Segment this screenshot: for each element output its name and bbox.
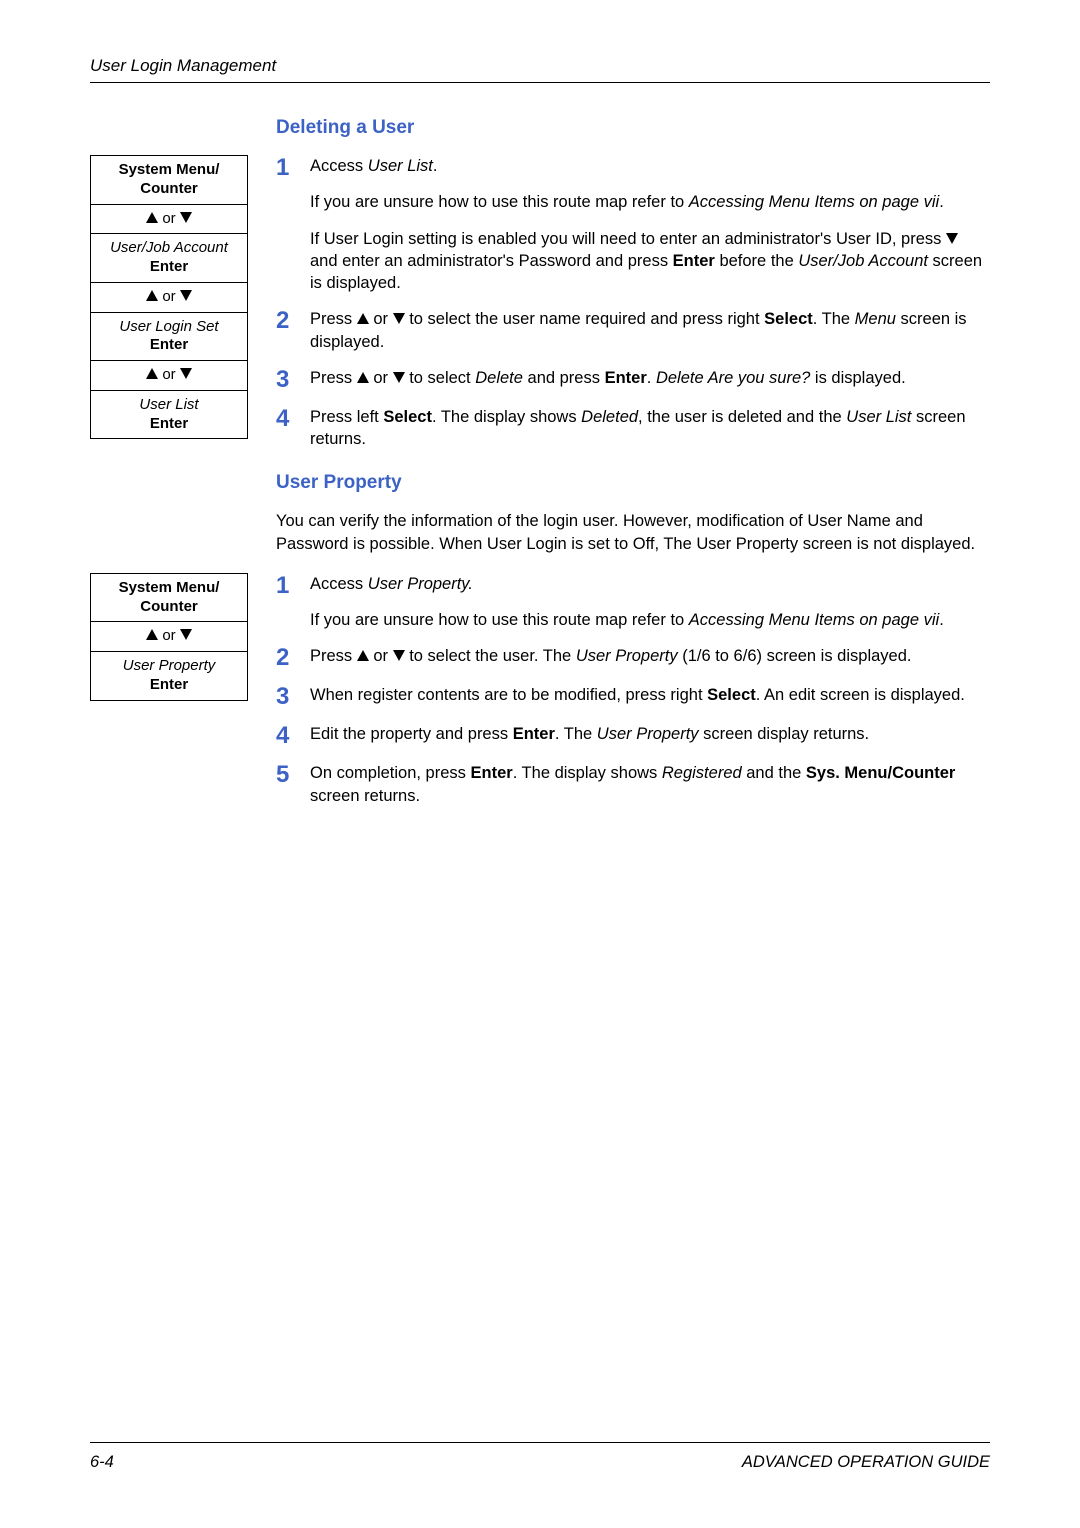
step-number: 1 xyxy=(276,155,310,180)
step-1: 1 Access User Property. If you are unsur… xyxy=(276,573,990,632)
page-footer: 6-4 ADVANCED OPERATION GUIDE xyxy=(90,1442,990,1472)
footer-rule xyxy=(90,1442,990,1443)
step-body: Access User List. If you are unsure how … xyxy=(310,155,990,294)
step-body: Press or to select the user. The User Pr… xyxy=(310,645,990,667)
route-cell: User/Job Account Enter xyxy=(91,234,248,283)
triangle-down-icon xyxy=(180,368,192,379)
step-2: 2 Press or to select the user. The User … xyxy=(276,645,990,670)
page: User Login Management System Menu/ Count… xyxy=(0,0,1080,1528)
route-cell: User List Enter xyxy=(91,390,248,439)
section-user-property: System Menu/ Counter or User Property En… xyxy=(90,573,990,821)
step-list-2: 1 Access User Property. If you are unsur… xyxy=(276,573,990,807)
section-user-property-header: User Property You can verify the informa… xyxy=(90,472,990,573)
triangle-up-icon xyxy=(146,368,158,379)
step-body: Press or to select the user name require… xyxy=(310,308,990,353)
route-cell-arrows: or xyxy=(91,622,248,652)
step-3: 3 When register contents are to be modif… xyxy=(276,684,990,709)
triangle-up-icon xyxy=(146,290,158,301)
section-deleting-user: System Menu/ Counter or User/Job Account… xyxy=(90,117,990,464)
triangle-up-icon xyxy=(146,629,158,640)
route-cell-arrows: or xyxy=(91,361,248,391)
step-number: 5 xyxy=(276,762,310,787)
header-rule xyxy=(90,82,990,83)
running-head: User Login Management xyxy=(90,56,990,76)
route-cell: User Login Set Enter xyxy=(91,312,248,361)
triangle-down-icon xyxy=(393,372,405,383)
step-body: Press or to select Delete and press Ente… xyxy=(310,367,990,389)
step-1: 1 Access User List. If you are unsure ho… xyxy=(276,155,990,294)
step-2: 2 Press or to select the user name requi… xyxy=(276,308,990,353)
triangle-down-icon xyxy=(180,629,192,640)
step-number: 3 xyxy=(276,367,310,392)
step-4: 4 Press left Select. The display shows D… xyxy=(276,406,990,451)
step-number: 1 xyxy=(276,573,310,598)
route-map-1-col: System Menu/ Counter or User/Job Account… xyxy=(90,117,248,439)
triangle-down-icon xyxy=(393,313,405,324)
triangle-up-icon xyxy=(357,313,369,324)
step-number: 4 xyxy=(276,723,310,748)
triangle-up-icon xyxy=(357,372,369,383)
triangle-up-icon xyxy=(146,212,158,223)
step-number: 2 xyxy=(276,308,310,333)
step-number: 4 xyxy=(276,406,310,431)
step-body: Access User Property. If you are unsure … xyxy=(310,573,990,632)
step-body: On completion, press Enter. The display … xyxy=(310,762,990,807)
intro-paragraph: You can verify the information of the lo… xyxy=(276,510,990,555)
triangle-down-icon xyxy=(393,650,405,661)
step-number: 2 xyxy=(276,645,310,670)
step-4: 4 Edit the property and press Enter. The… xyxy=(276,723,990,748)
route-cell-arrows: or xyxy=(91,204,248,234)
route-map-2: System Menu/ Counter or User Property En… xyxy=(90,573,248,701)
step-3: 3 Press or to select Delete and press En… xyxy=(276,367,990,392)
guide-title: ADVANCED OPERATION GUIDE xyxy=(742,1453,990,1472)
step-body: Edit the property and press Enter. The U… xyxy=(310,723,990,745)
section1-main: Deleting a User 1 Access User List. If y… xyxy=(276,117,990,464)
triangle-down-icon xyxy=(180,290,192,301)
step-body: Press left Select. The display shows Del… xyxy=(310,406,990,451)
route-map-2-col: System Menu/ Counter or User Property En… xyxy=(90,573,248,701)
route-cell: User Property Enter xyxy=(91,652,248,701)
route-cell: System Menu/ Counter xyxy=(91,156,248,205)
triangle-down-icon xyxy=(180,212,192,223)
section2-main: 1 Access User Property. If you are unsur… xyxy=(276,573,990,821)
step-body: When register contents are to be modifie… xyxy=(310,684,990,706)
triangle-up-icon xyxy=(357,650,369,661)
route-cell-arrows: or xyxy=(91,282,248,312)
heading-deleting-user: Deleting a User xyxy=(276,117,990,139)
heading-user-property: User Property xyxy=(276,472,990,494)
route-cell: System Menu/ Counter xyxy=(91,573,248,622)
route-map-1: System Menu/ Counter or User/Job Account… xyxy=(90,155,248,439)
step-list-1: 1 Access User List. If you are unsure ho… xyxy=(276,155,990,450)
step-5: 5 On completion, press Enter. The displa… xyxy=(276,762,990,807)
triangle-down-icon xyxy=(946,233,958,244)
step-number: 3 xyxy=(276,684,310,709)
page-number: 6-4 xyxy=(90,1453,114,1472)
